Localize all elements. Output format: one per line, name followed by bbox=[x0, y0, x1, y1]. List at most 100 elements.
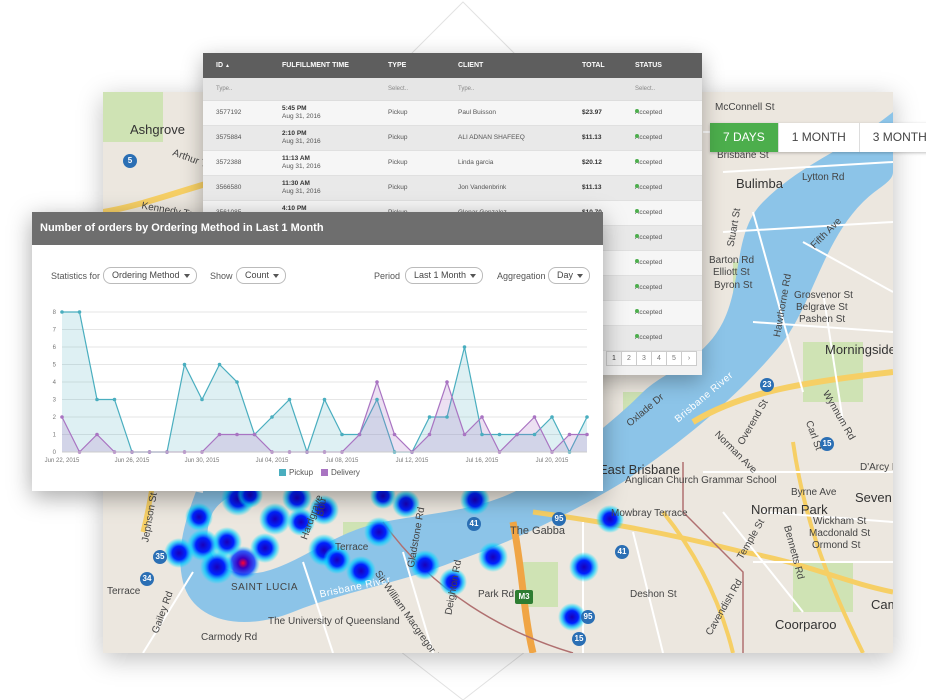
route-shield: 95 bbox=[581, 610, 595, 624]
status-label: Accepted bbox=[635, 234, 663, 241]
data-point-delivery bbox=[480, 415, 484, 419]
page-2-button[interactable]: 2 bbox=[621, 351, 637, 366]
status-dot-icon bbox=[635, 184, 639, 188]
route-shield: 5 bbox=[123, 154, 137, 168]
status-label: Accepted bbox=[635, 334, 663, 341]
data-point-pickup bbox=[375, 397, 379, 402]
map-street-label: Pashen St bbox=[799, 314, 846, 325]
client-name: Linda garcia bbox=[458, 159, 494, 166]
page-4-button[interactable]: 4 bbox=[651, 351, 667, 366]
map-street-label: Mowbray Terrace bbox=[611, 508, 688, 519]
status-dot-icon bbox=[635, 334, 639, 338]
data-point-pickup bbox=[322, 397, 327, 402]
map-place-label: Ashgrove bbox=[130, 122, 185, 137]
column-header-status[interactable]: STATUS bbox=[635, 62, 662, 69]
data-point-delivery bbox=[392, 432, 397, 437]
data-point-pickup bbox=[95, 397, 99, 402]
data-point-delivery bbox=[375, 380, 379, 384]
status-label: Accepted bbox=[635, 109, 663, 116]
next-page-button[interactable]: › bbox=[681, 351, 697, 366]
tab-3-months[interactable]: 3 MONTHS bbox=[860, 123, 926, 152]
type-filter-select[interactable]: Select.. bbox=[388, 86, 408, 92]
legend-item-pickup[interactable]: Pickup bbox=[279, 468, 313, 477]
fulfillment-date-value: Aug 31, 2016 bbox=[282, 113, 321, 120]
data-point-pickup bbox=[427, 415, 432, 419]
column-header-client[interactable]: CLIENT bbox=[458, 62, 483, 69]
fulfillment-time: 2:10 PM Aug 31, 2016 bbox=[282, 130, 321, 146]
column-header-id[interactable]: ID ▲ bbox=[216, 62, 230, 69]
map-street-label: Barton Rd bbox=[709, 255, 755, 266]
data-point-delivery bbox=[427, 432, 432, 437]
status-dot-icon bbox=[635, 209, 639, 213]
order-status: Accepted bbox=[635, 134, 662, 141]
x-tick-label: Jul 04, 2015 bbox=[256, 458, 289, 464]
tab-1-month[interactable]: 1 MONTH bbox=[779, 123, 860, 152]
column-header-total[interactable]: TOTAL bbox=[582, 62, 605, 69]
order-type: Pickup bbox=[388, 134, 408, 141]
status-dot-icon bbox=[635, 234, 639, 238]
map-street-label: D'Arcy Rd bbox=[860, 462, 893, 473]
status-label: Accepted bbox=[635, 284, 663, 291]
page-5-button[interactable]: 5 bbox=[666, 351, 682, 366]
column-header-type[interactable]: TYPE bbox=[388, 62, 406, 69]
fulfillment-time: 11:13 AM Aug 31, 2016 bbox=[282, 155, 321, 171]
status-filter-select[interactable]: Select.. bbox=[635, 86, 655, 92]
sort-ascending-icon: ▲ bbox=[224, 63, 230, 69]
map-street-label: Carmody Rd bbox=[201, 632, 258, 643]
order-id: 3566580 bbox=[216, 184, 242, 191]
column-header-label: ID bbox=[216, 62, 223, 69]
table-row[interactable]: 3566580 11:30 AM Aug 31, 2016 Pickup Jon Van… bbox=[203, 176, 702, 201]
page-1-button[interactable]: 1 bbox=[606, 351, 622, 366]
order-status: Accepted bbox=[635, 159, 662, 166]
data-point-pickup bbox=[445, 415, 449, 419]
order-type: Pickup bbox=[388, 109, 408, 116]
order-type: Pickup bbox=[388, 159, 408, 166]
status-label: Accepted bbox=[635, 209, 663, 216]
fulfillment-date-value: Aug 31, 2016 bbox=[282, 138, 321, 145]
route-shield: 41 bbox=[615, 545, 629, 559]
tab-7-days[interactable]: 7 DAYS bbox=[710, 123, 779, 152]
x-tick-label: Jun 26, 2015 bbox=[115, 458, 150, 464]
status-dot-icon bbox=[635, 134, 639, 138]
data-point-delivery bbox=[515, 432, 519, 437]
fulfillment-time-value: 5:45 PM bbox=[282, 105, 307, 112]
data-point-pickup bbox=[287, 397, 292, 402]
period-tabs: 7 DAYS 1 MONTH 3 MONTHS bbox=[710, 123, 926, 152]
data-point-pickup bbox=[462, 345, 467, 349]
table-row[interactable]: 3572388 11:13 AM Aug 31, 2016 Pickup Linda g… bbox=[203, 151, 702, 176]
data-point-pickup bbox=[532, 432, 537, 437]
table-row[interactable]: 3577192 5:45 PM Aug 31, 2016 Pickup Paul Bui… bbox=[203, 101, 702, 126]
map-street-label: Byron St bbox=[714, 280, 753, 291]
data-point-delivery bbox=[532, 415, 537, 419]
data-point-delivery bbox=[217, 432, 222, 437]
map-place-label: The University of Queensland bbox=[268, 616, 400, 627]
map-street-label: Byrne Ave bbox=[791, 487, 837, 498]
legend-item-delivery[interactable]: Delivery bbox=[321, 468, 360, 477]
legend-swatch bbox=[279, 469, 286, 476]
y-tick-label: 4 bbox=[53, 380, 57, 386]
data-point-delivery bbox=[567, 432, 572, 437]
chart-legend: Pickup Delivery bbox=[279, 468, 368, 477]
order-id: 3572388 bbox=[216, 159, 242, 166]
id-filter-input[interactable]: Type.. bbox=[216, 86, 232, 92]
map-place-label: Bulimba bbox=[736, 176, 783, 191]
legend-label: Delivery bbox=[331, 468, 360, 477]
data-point-pickup bbox=[270, 415, 274, 419]
map-place-label: Seven Hi bbox=[855, 490, 893, 505]
order-status: Accepted bbox=[635, 109, 662, 116]
page-3-button[interactable]: 3 bbox=[636, 351, 652, 366]
y-tick-label: 1 bbox=[53, 433, 57, 439]
map-place-label: SAINT LUCIA bbox=[231, 582, 298, 593]
data-point-pickup bbox=[182, 362, 187, 367]
map-street-label: Terrace bbox=[107, 586, 141, 597]
column-header-fulfillment-time[interactable]: FULFILLMENT TIME bbox=[282, 62, 349, 69]
client-filter-input[interactable]: Type.. bbox=[458, 86, 474, 92]
map-place-label: Park Rd bbox=[478, 589, 515, 600]
table-row[interactable]: 3575884 2:10 PM Aug 31, 2016 Pickup ALI ADNA… bbox=[203, 126, 702, 151]
order-id: 3575884 bbox=[216, 134, 242, 141]
data-point-pickup bbox=[340, 432, 344, 437]
filter-row: Type.. Select.. Type.. Select.. bbox=[203, 78, 702, 101]
map-street-label: Macdonald St bbox=[809, 528, 871, 539]
order-status: Accepted bbox=[635, 234, 662, 241]
map-place-label: Norman Park bbox=[751, 502, 828, 517]
